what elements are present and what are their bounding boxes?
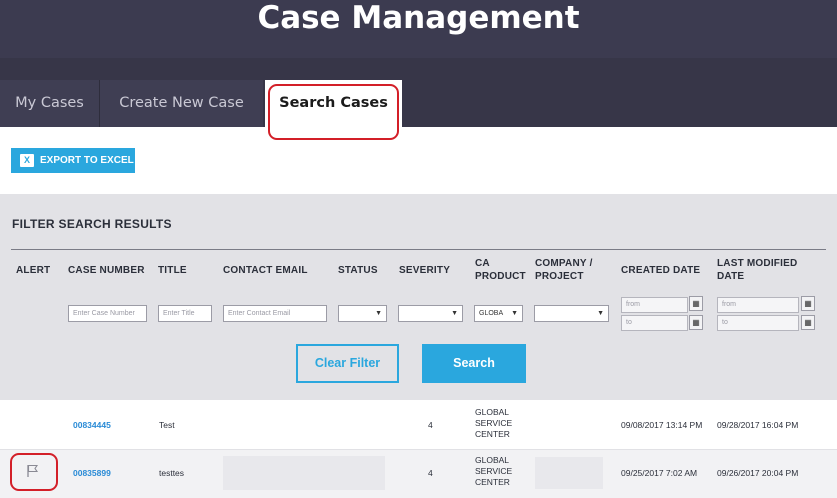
chevron-down-icon: ▼ [451,310,458,317]
title-input[interactable]: Enter Title [158,305,212,322]
highlight-box-search-tab [268,84,399,140]
table-row[interactable] [0,450,837,498]
tab-create-new-case[interactable]: Create New Case [100,80,263,127]
redacted-company [535,457,603,489]
table-row[interactable] [0,401,837,450]
case-product: GLOBAL SERVICE CENTER [475,455,512,488]
modified-to-input[interactable]: to [717,315,799,331]
column-header-ca-product: CA PRODUCT [475,257,526,283]
column-header-ca-product-line2: PRODUCT [475,271,526,282]
search-button[interactable]: Search [422,344,526,383]
ca-product-value: GLOBA [479,310,504,317]
calendar-icon[interactable]: ▦ [689,296,703,311]
case-product-line1: GLOBAL [475,407,510,417]
column-header-company-project: COMPANY / PROJECT [535,257,593,283]
case-product-line2: SERVICE [475,466,513,476]
case-modified-date: 09/28/2017 16:04 PM [717,420,799,430]
calendar-icon[interactable]: ▦ [801,315,815,330]
column-header-modified-line2: DATE [717,271,745,282]
chevron-down-icon: ▼ [511,310,518,317]
column-header-company-line2: PROJECT [535,271,584,282]
calendar-icon[interactable]: ▦ [801,296,815,311]
case-product: GLOBAL SERVICE CENTER [475,407,512,440]
case-severity: 4 [428,420,433,430]
modified-from-input[interactable]: from [717,297,799,313]
case-severity: 4 [428,468,433,478]
column-header-ca-product-line1: CA [475,258,490,269]
clear-filter-button[interactable]: Clear Filter [296,344,399,383]
highlight-box-alert-flag [10,453,58,491]
contact-email-input[interactable]: Enter Contact Email [223,305,327,322]
chevron-down-icon: ▼ [375,310,382,317]
tab-my-cases[interactable]: My Cases [0,80,100,127]
tab-bar: My Cases Create New Case Search Cases [0,80,837,127]
case-product-line3: CENTER [475,477,510,487]
column-header-contact-email: CONTACT EMAIL [223,265,308,276]
company-project-select[interactable]: ▼ [534,305,609,322]
column-header-status: STATUS [338,265,378,276]
column-header-title: TITLE [158,265,187,276]
filter-divider [11,249,826,250]
status-select[interactable]: ▼ [338,305,387,322]
page-title: Case Management [257,0,580,36]
created-from-input[interactable]: from [621,297,688,313]
column-header-alert: ALERT [16,265,51,276]
case-created-date: 09/08/2017 13:14 PM [621,420,703,430]
case-product-line3: CENTER [475,429,510,439]
case-number-link[interactable]: 00835899 [73,468,111,479]
column-header-modified-line1: LAST MODIFIED [717,258,798,269]
export-to-excel-button[interactable]: X EXPORT TO EXCEL [11,148,135,173]
column-header-created-date: CREATED DATE [621,265,701,276]
column-header-company-line1: COMPANY / [535,258,593,269]
export-label: EXPORT TO EXCEL [40,155,134,166]
redacted-email [223,456,385,490]
case-number-input[interactable]: Enter Case Number [68,305,147,322]
case-product-line2: SERVICE [475,418,513,428]
ca-product-select[interactable]: GLOBA ▼ [474,305,523,322]
excel-icon: X [20,154,34,167]
case-title: Test [159,420,175,430]
column-header-last-modified: LAST MODIFIED DATE [717,257,797,283]
filter-heading: FILTER SEARCH RESULTS [12,217,172,231]
case-created-date: 09/25/2017 7:02 AM [621,468,698,478]
case-title: testtes [159,468,185,478]
case-product-line1: GLOBAL [475,455,510,465]
column-header-case-number: CASE NUMBER [68,265,145,276]
calendar-icon[interactable]: ▦ [689,315,703,330]
case-modified-date: 09/26/2017 20:04 PM [717,468,799,478]
case-number-link[interactable]: 00834445 [73,420,111,431]
created-to-input[interactable]: to [621,315,688,331]
chevron-down-icon: ▼ [597,310,604,317]
severity-select[interactable]: ▼ [398,305,463,322]
column-header-severity: SEVERITY [399,265,451,276]
